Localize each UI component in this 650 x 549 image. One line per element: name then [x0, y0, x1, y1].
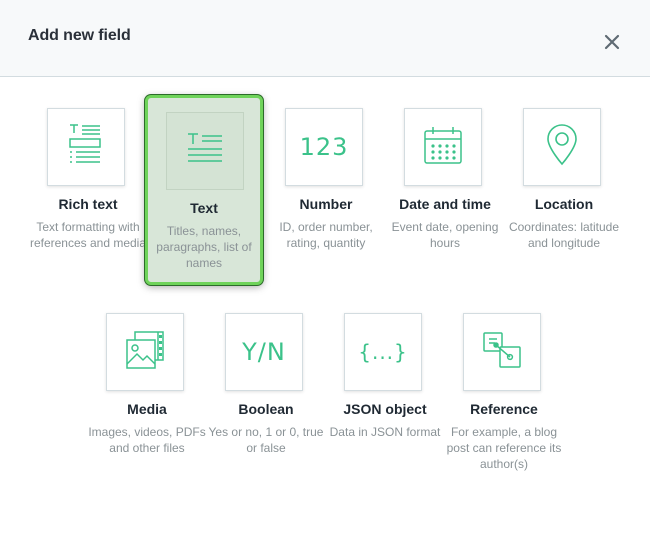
- calendar-icon: [423, 125, 463, 170]
- field-type-rich-text[interactable]: Rich text Text formatting with reference…: [30, 91, 146, 267]
- field-type-description: Text formatting with references and medi…: [29, 220, 147, 250]
- field-type-description: Images, videos, PDFs and other files: [88, 425, 206, 455]
- field-type-label: Media: [127, 401, 167, 417]
- field-type-description: Event date, opening hours: [391, 220, 499, 250]
- field-type-number[interactable]: 123 Number ID, order number, rating, qua…: [270, 91, 382, 267]
- date-and-time-tile: [404, 108, 482, 186]
- field-type-label: Location: [534, 196, 594, 212]
- field-type-text[interactable]: Text Titles, names, paragraphs, list of …: [145, 95, 263, 285]
- json-object-tile: {...}: [344, 313, 422, 391]
- field-type-label: Date and time: [399, 196, 491, 212]
- number-icon: 123: [299, 133, 349, 161]
- reference-icon: [482, 331, 522, 374]
- dialog-title: Add new field: [28, 27, 131, 44]
- field-type-date-and-time[interactable]: Date and time Event date, opening hours: [389, 91, 501, 267]
- field-type-label: JSON object: [343, 401, 427, 417]
- location-tile: [523, 108, 601, 186]
- rich-text-icon: [68, 123, 104, 172]
- field-type-label: Reference: [470, 401, 538, 417]
- field-type-label: Boolean: [238, 401, 294, 417]
- field-type-description: Data in JSON format: [329, 425, 441, 439]
- field-type-description: For example, a blog post can reference i…: [446, 425, 562, 471]
- number-tile: 123: [285, 108, 363, 186]
- text-tile: [166, 112, 244, 190]
- field-type-media[interactable]: Media Images, videos, PDFs and other fil…: [88, 296, 206, 472]
- field-type-description: ID, order number, rating, quantity: [279, 220, 373, 250]
- media-icon: [125, 330, 165, 375]
- field-type-label: Number: [299, 196, 353, 212]
- field-type-json-object[interactable]: {...} JSON object Data in JSON format: [329, 296, 441, 472]
- field-type-label: Rich text: [58, 196, 118, 212]
- field-type-reference[interactable]: Reference For example, a blog post can r…: [447, 296, 561, 472]
- location-pin-icon: [545, 123, 579, 171]
- field-type-label: Text: [190, 200, 218, 216]
- boolean-tile: Y/N: [225, 313, 303, 391]
- dialog-header: Add new field: [0, 0, 650, 77]
- close-button[interactable]: [602, 32, 622, 52]
- field-type-description: Coordinates: latitude and longitude: [508, 220, 620, 250]
- text-icon: [186, 132, 224, 171]
- field-type-boolean[interactable]: Y/N Boolean Yes or no, 1 or 0, true or f…: [209, 296, 323, 472]
- close-icon: [602, 32, 622, 52]
- media-tile: [106, 313, 184, 391]
- json-icon: {...}: [358, 340, 408, 364]
- field-type-description: Titles, names, paragraphs, list of names: [156, 224, 252, 270]
- reference-tile: [463, 313, 541, 391]
- boolean-icon: Y/N: [242, 338, 286, 366]
- field-type-description: Yes or no, 1 or 0, true or false: [208, 425, 324, 455]
- field-type-location[interactable]: Location Coordinates: latitude and longi…: [508, 91, 620, 267]
- rich-text-tile: [47, 108, 125, 186]
